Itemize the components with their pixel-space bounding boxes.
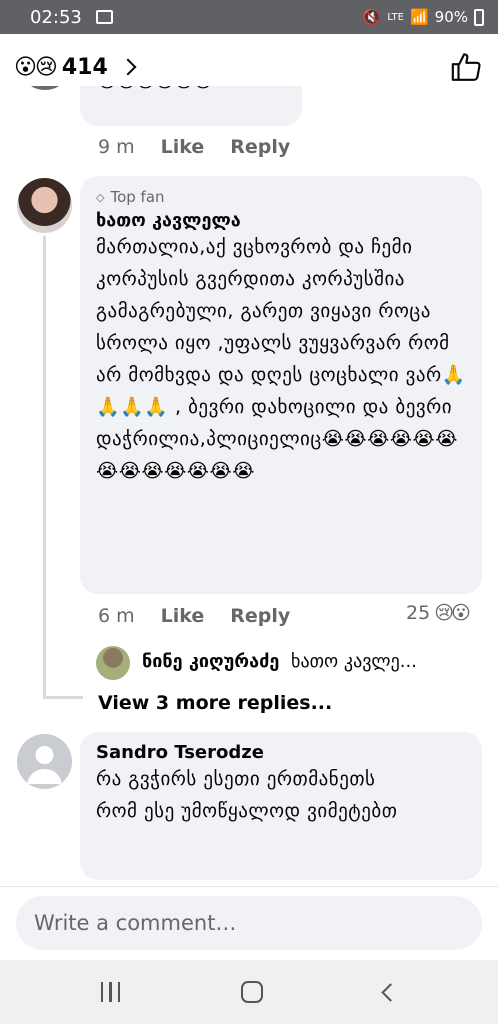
- comment-actions: 9 m Like Reply: [98, 136, 316, 158]
- default-avatar-icon: [27, 746, 62, 784]
- comment-text: რა გვჭირს ესეთი ერთმანეთს რომ ესე უმოწყა…: [96, 768, 398, 822]
- comment-bubble: 😭😭😭😭😭😭: [80, 86, 302, 126]
- home-icon[interactable]: [241, 981, 264, 1003]
- top-fan-badge: ◇ Top fan: [96, 188, 466, 206]
- status-time: 02:53: [30, 6, 82, 28]
- comment-text: მართალია,აქ ვცხოვრობ და ჩემი კორპუსის გვ…: [96, 236, 466, 482]
- reply-text: ხათო კავლე...: [291, 651, 417, 672]
- comment-bubble: ◇ Top fan ხათო კავლელა მართალია,აქ ვცხოვ…: [80, 176, 482, 594]
- like-thumb-icon[interactable]: [450, 50, 484, 84]
- reaction-emojis[interactable]: 😮😢: [14, 55, 58, 80]
- comment-input[interactable]: Write a comment…: [16, 896, 482, 950]
- chevron-right-icon[interactable]: [119, 58, 137, 76]
- battery-label: 90%: [434, 8, 468, 26]
- battery-icon: [474, 8, 484, 26]
- mute-icon: 🔇: [362, 8, 382, 26]
- reaction-count[interactable]: 414: [62, 55, 108, 80]
- network-label: LTE: [387, 11, 404, 23]
- back-icon[interactable]: [381, 982, 401, 1002]
- view-more-replies[interactable]: View 3 more replies...: [98, 692, 332, 714]
- comment-reaction-emojis: 😢😮: [434, 602, 471, 624]
- comment-text: 😭😭😭😭😭😭: [96, 86, 214, 92]
- top-fan-label: Top fan: [110, 188, 165, 206]
- comment-author[interactable]: Sandro Tserodze: [96, 742, 466, 763]
- comment-composer: Write a comment…: [0, 886, 498, 960]
- gallery-icon: [95, 10, 113, 24]
- comment-time: 6 m: [98, 605, 135, 627]
- avatar[interactable]: [17, 178, 72, 233]
- reply-button[interactable]: Reply: [230, 136, 290, 158]
- diamond-icon: ◇: [96, 190, 105, 204]
- comment-bubble: Sandro Tserodze რა გვჭირს ესეთი ერთმანეთ…: [80, 732, 482, 880]
- like-button[interactable]: Like: [161, 605, 205, 627]
- comments-list: 😭😭😭😭😭😭 9 m Like Reply ◇ Top fan ხათო კავ…: [0, 86, 498, 886]
- comment-time: 9 m: [98, 136, 135, 158]
- system-nav-bar: [0, 960, 498, 1024]
- comment-author[interactable]: ხათო კავლელა: [96, 210, 466, 231]
- reply-button[interactable]: Reply: [230, 605, 290, 627]
- avatar[interactable]: [17, 734, 72, 789]
- comment-reaction-count: 25: [406, 602, 431, 624]
- reply-preview[interactable]: ნინე კიღურაძე ხათო კავლე...: [142, 651, 417, 672]
- avatar[interactable]: [96, 646, 130, 680]
- status-bar: 02:53 🔇 LTE 📶 90%: [0, 0, 498, 34]
- like-button[interactable]: Like: [161, 136, 205, 158]
- reply-author: ნინე კიღურაძე: [142, 651, 280, 672]
- recent-apps-icon[interactable]: [100, 982, 121, 1002]
- avatar[interactable]: [18, 86, 72, 90]
- comment-reactions[interactable]: 25 😢😮: [406, 602, 471, 624]
- status-icons: 🔇 LTE 📶 90%: [363, 8, 484, 26]
- comment-actions: 6 m Like Reply: [98, 605, 316, 627]
- thread-line: [43, 696, 83, 699]
- wifi-icon: 📶: [409, 8, 429, 26]
- thread-line: [43, 236, 46, 696]
